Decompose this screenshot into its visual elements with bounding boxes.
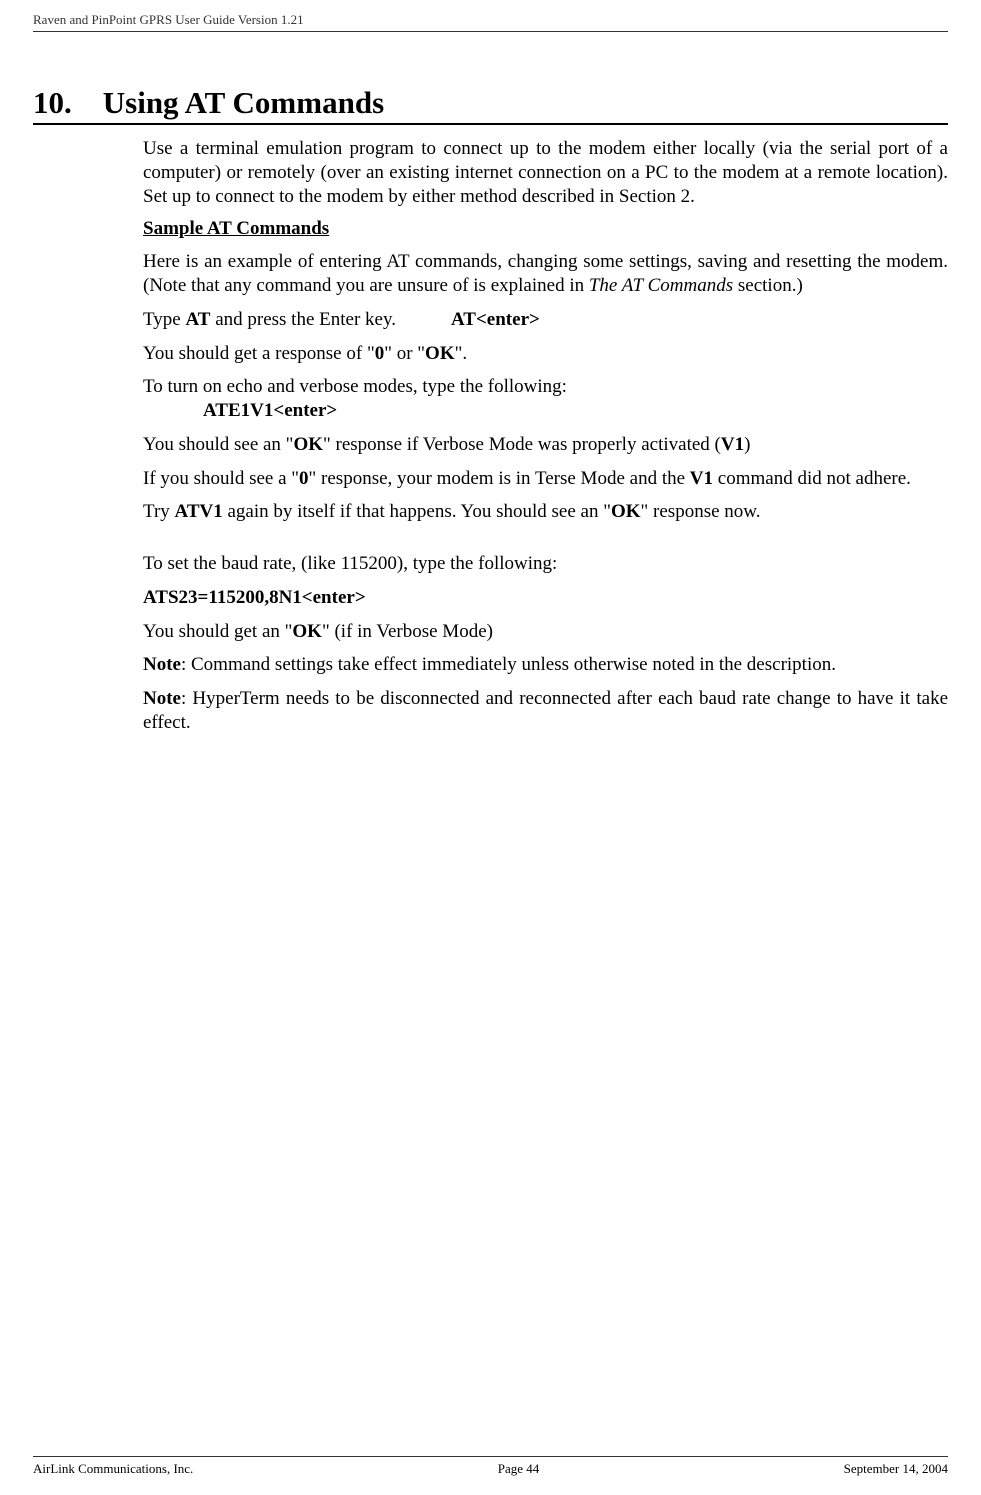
body-text: Use a terminal emulation program to conn… — [143, 137, 948, 735]
page-header: Raven and PinPoint GPRS User Guide Versi… — [33, 12, 948, 32]
verbose-1: You should see an " — [143, 434, 293, 455]
sample-intro-1: Here is an example of entering AT comman… — [143, 251, 948, 296]
echo-1: To turn on echo and verbose modes, type … — [143, 376, 567, 397]
terse-zero: 0 — [299, 468, 309, 489]
baud-resp-2: " (if in Verbose Mode) — [322, 621, 493, 642]
intro-paragraph: Use a terminal emulation program to conn… — [143, 137, 948, 208]
echo-line: To turn on echo and verbose modes, type … — [143, 375, 948, 399]
response-1: You should get a response of " — [143, 343, 375, 364]
sample-intro: Here is an example of entering AT comman… — [143, 250, 948, 298]
type-at-bold: AT — [185, 309, 210, 330]
type-at-2: and press the Enter key. — [210, 309, 396, 330]
verbose-2: " response if Verbose Mode was properly … — [323, 434, 721, 455]
section-number: 10. — [33, 85, 72, 120]
verbose-ok: OK — [293, 434, 323, 455]
terse-3: command did not adhere. — [713, 468, 911, 489]
footer-center: Page 44 — [498, 1461, 540, 1477]
baud-response-line: You should get an "OK" (if in Verbose Mo… — [143, 620, 948, 644]
ate1v1-line: ATE1V1<enter> — [203, 399, 948, 423]
terse-line: If you should see a "0" response, your m… — [143, 467, 948, 491]
note2-bold: Note — [143, 688, 181, 709]
baud-resp-1: You should get an " — [143, 621, 292, 642]
footer-left: AirLink Communications, Inc. — [33, 1461, 193, 1477]
baud-intro: To set the baud rate, (like 115200), typ… — [143, 552, 948, 576]
response-2: " or " — [384, 343, 425, 364]
verbose-v1: V1 — [721, 434, 744, 455]
try-2: again by itself if that happens. You sho… — [223, 501, 611, 522]
ats23-line: ATS23=115200,8N1<enter> — [143, 586, 948, 610]
type-at-1: Type — [143, 309, 185, 330]
section-title: 10. Using AT Commands — [33, 85, 948, 125]
sample-intro-italic: The AT Commands — [589, 275, 733, 296]
try-atv1: ATV1 — [175, 501, 223, 522]
note2-line: Note: HyperTerm needs to be disconnected… — [143, 687, 948, 735]
verbose-3: ) — [744, 434, 750, 455]
terse-1: If you should see a " — [143, 468, 299, 489]
sample-intro-2: section.) — [733, 275, 803, 296]
note1-text: : Command settings take effect immediate… — [181, 654, 836, 675]
response-zero: 0 — [375, 343, 385, 364]
page-content: 10. Using AT Commands Use a terminal emu… — [33, 85, 948, 745]
note1-bold: Note — [143, 654, 181, 675]
response-3: ". — [455, 343, 468, 364]
response-line: You should get a response of "0" or "OK"… — [143, 342, 948, 366]
section-title-text: Using AT Commands — [103, 85, 384, 120]
try-1: Try — [143, 501, 175, 522]
note2-text: : HyperTerm needs to be disconnected and… — [143, 688, 948, 733]
note1-line: Note: Command settings take effect immed… — [143, 653, 948, 677]
terse-2: " response, your modem is in Terse Mode … — [309, 468, 690, 489]
terse-v1: V1 — [690, 468, 713, 489]
spacer — [143, 534, 948, 552]
footer-right: September 14, 2004 — [844, 1461, 948, 1477]
header-title: Raven and PinPoint GPRS User Guide Versi… — [33, 12, 304, 27]
response-ok: OK — [425, 343, 455, 364]
baud-resp-ok: OK — [292, 621, 322, 642]
sample-heading: Sample AT Commands — [143, 218, 948, 240]
at-enter-bold: AT<enter> — [451, 309, 540, 330]
try-ok: OK — [611, 501, 641, 522]
verbose-line: You should see an "OK" response if Verbo… — [143, 433, 948, 457]
try-line: Try ATV1 again by itself if that happens… — [143, 500, 948, 524]
page-footer: AirLink Communications, Inc. Page 44 Sep… — [33, 1456, 948, 1477]
type-at-line: Type AT and press the Enter key. AT<enter… — [143, 308, 948, 332]
try-3: " response now. — [641, 501, 761, 522]
